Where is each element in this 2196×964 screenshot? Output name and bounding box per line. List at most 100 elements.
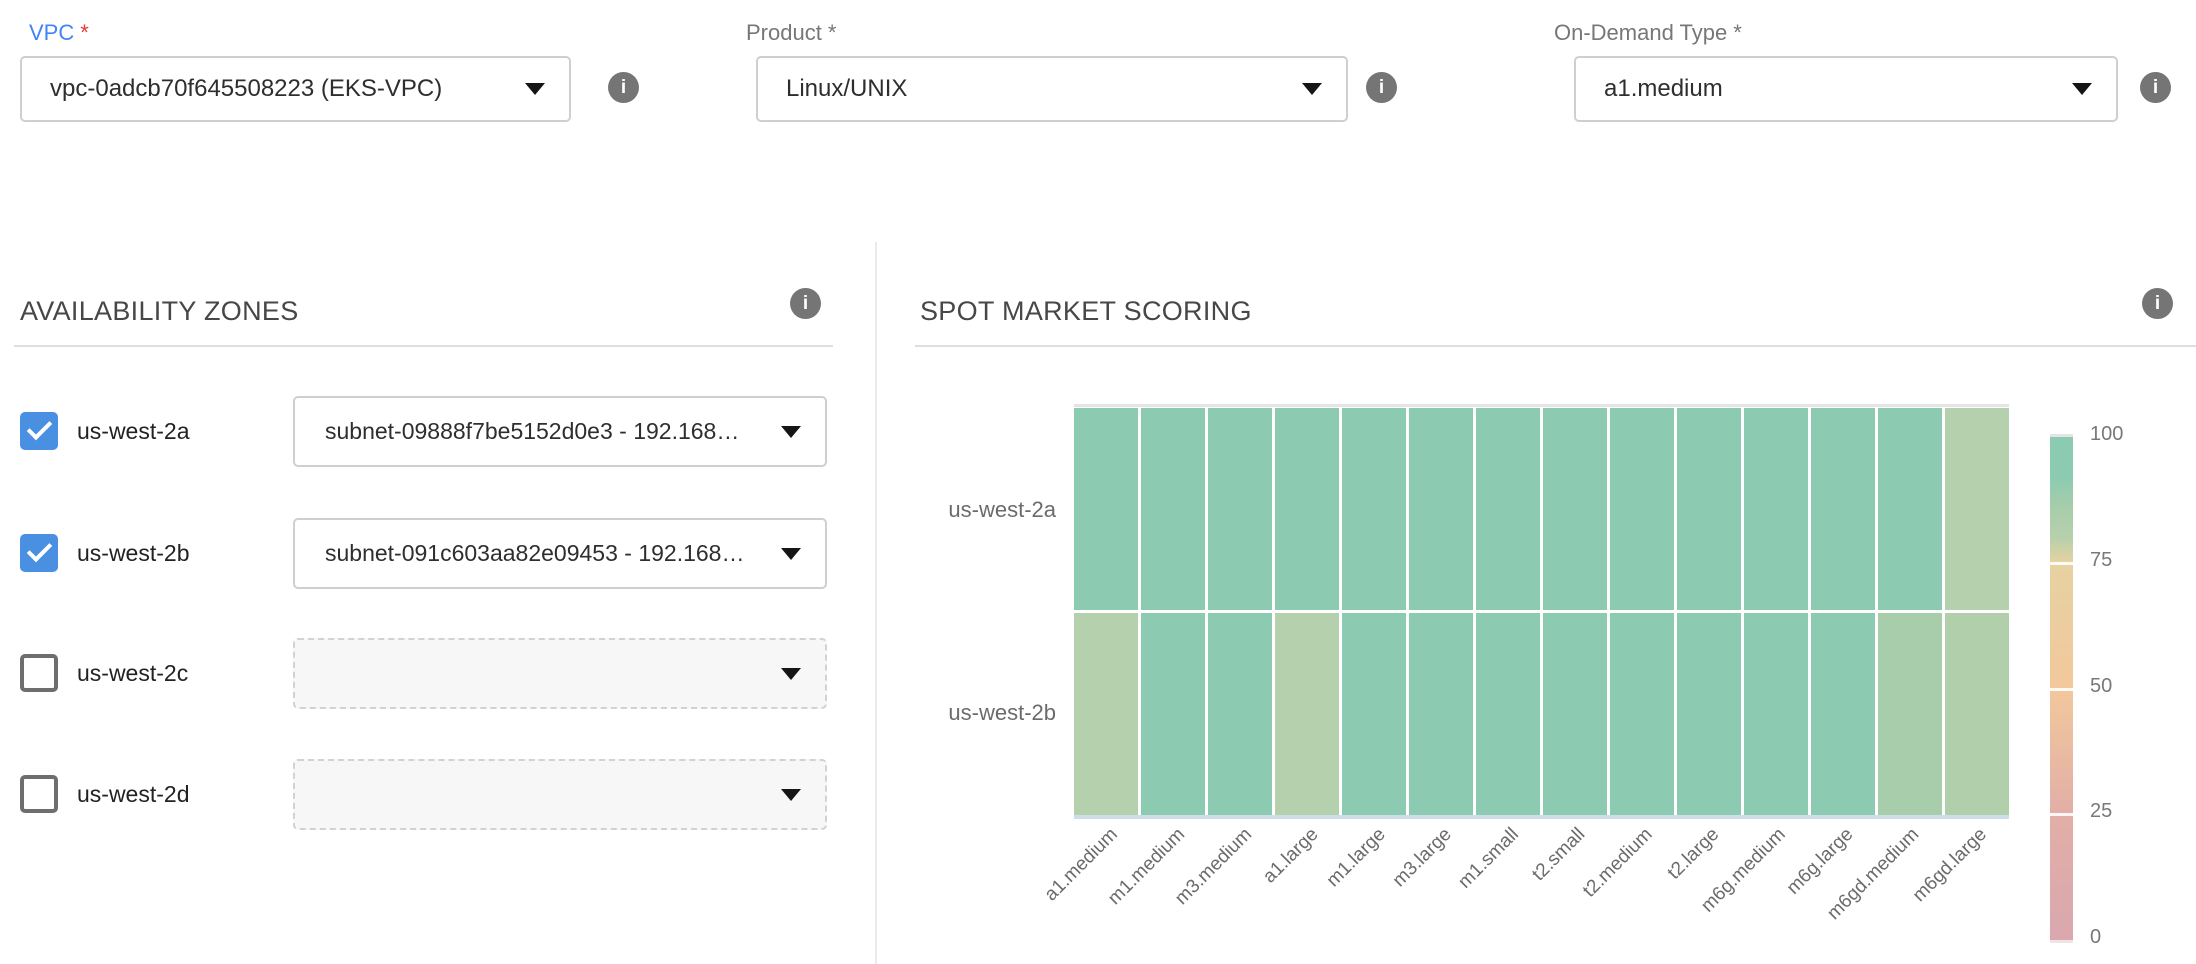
vpc-label: VPC* bbox=[29, 20, 89, 46]
heatmap-cell bbox=[1610, 613, 1674, 815]
az-zone-label: us-west-2c bbox=[77, 659, 188, 687]
heatmap-cell bbox=[1275, 408, 1339, 610]
chevron-down-icon bbox=[781, 789, 801, 801]
product-required-asterisk: * bbox=[828, 20, 837, 45]
chevron-down-icon bbox=[781, 668, 801, 680]
heatmap-cell bbox=[1208, 613, 1272, 815]
availability-zones-divider bbox=[14, 345, 833, 347]
vpc-select[interactable]: vpc-0adcb70f645508223 (EKS-VPC) bbox=[20, 56, 571, 122]
heatmap-cell bbox=[1141, 408, 1205, 610]
on-demand-type-select-value: a1.medium bbox=[1604, 75, 1723, 103]
on-demand-type-label: On-Demand Type* bbox=[1554, 20, 1742, 46]
heatmap-cell bbox=[1409, 613, 1473, 815]
legend-tick-label: 100 bbox=[2090, 423, 2123, 445]
x-axis-label: m3.large bbox=[1389, 824, 1457, 892]
on-demand-type-info-icon[interactable] bbox=[2140, 72, 2171, 103]
az-subnet-value: subnet-091c603aa82e09453 - 192.168… bbox=[325, 540, 744, 567]
heatmap-cell bbox=[1409, 408, 1473, 610]
x-axis-label: t2.small bbox=[1529, 824, 1591, 886]
az-checkbox-us-west-2d[interactable] bbox=[20, 775, 58, 813]
x-axis-label: m6gd.large bbox=[1908, 824, 1991, 907]
product-label-text: Product bbox=[746, 20, 822, 45]
legend-tick-line bbox=[2050, 562, 2073, 565]
az-checkbox-us-west-2c[interactable] bbox=[20, 654, 58, 692]
on-demand-type-select[interactable]: a1.medium bbox=[1574, 56, 2118, 122]
heatmap-cell bbox=[1945, 613, 2009, 815]
heatmap-cell bbox=[1476, 613, 1540, 815]
spot-market-scoring-info-icon[interactable] bbox=[2142, 288, 2173, 319]
chevron-down-icon bbox=[2072, 83, 2092, 95]
heatmap-cell bbox=[1610, 408, 1674, 610]
x-axis-label: m6gd.medium bbox=[1824, 824, 1925, 925]
legend-tick-label: 50 bbox=[2090, 675, 2112, 697]
az-subnet-select-us-west-2c[interactable] bbox=[293, 638, 827, 709]
legend-tick-label: 75 bbox=[2090, 549, 2112, 571]
x-axis-label: m1.large bbox=[1322, 824, 1390, 892]
panel-vertical-divider bbox=[875, 242, 877, 964]
x-axis-label: a1.medium bbox=[1041, 824, 1123, 906]
vpc-label-text: VPC bbox=[29, 20, 74, 45]
heatmap-cell bbox=[1342, 613, 1406, 815]
product-select-value: Linux/UNIX bbox=[786, 75, 907, 103]
heatmap-cell bbox=[1677, 613, 1741, 815]
on-demand-type-required-asterisk: * bbox=[1733, 20, 1742, 45]
heatmap-cell bbox=[1811, 613, 1875, 815]
heatmap-cell bbox=[1878, 613, 1942, 815]
legend-tick-line bbox=[2050, 688, 2073, 691]
legend-tick-line bbox=[2050, 813, 2073, 816]
heatmap-grid bbox=[1074, 408, 2009, 815]
product-label: Product* bbox=[746, 20, 836, 46]
legend-tick-label: 25 bbox=[2090, 800, 2112, 822]
heatmap-color-legend bbox=[2050, 434, 2073, 943]
vpc-info-icon[interactable] bbox=[608, 72, 639, 103]
legend-tick-label: 0 bbox=[2090, 926, 2101, 948]
az-subnet-value: subnet-09888f7be5152d0e3 - 192.168… bbox=[325, 418, 739, 445]
heatmap-cell bbox=[1744, 613, 1808, 815]
heatmap-cell bbox=[1543, 408, 1607, 610]
az-subnet-select-us-west-2b[interactable]: subnet-091c603aa82e09453 - 192.168… bbox=[293, 518, 827, 589]
az-zone-label: us-west-2d bbox=[77, 780, 189, 808]
x-axis-label: m1.small bbox=[1454, 824, 1523, 893]
heatmap-top-border bbox=[1074, 404, 2009, 407]
x-axis-label: m1.medium bbox=[1104, 824, 1190, 910]
heatmap-cell bbox=[1811, 408, 1875, 610]
az-subnet-select-us-west-2a[interactable]: subnet-09888f7be5152d0e3 - 192.168… bbox=[293, 396, 827, 467]
on-demand-type-label-text: On-Demand Type bbox=[1554, 20, 1727, 45]
product-info-icon[interactable] bbox=[1366, 72, 1397, 103]
heatmap-cell bbox=[1074, 408, 1138, 610]
vpc-required-asterisk: * bbox=[80, 20, 89, 45]
heatmap-cell bbox=[1744, 408, 1808, 610]
heatmap-cell bbox=[1141, 613, 1205, 815]
chevron-down-icon bbox=[1302, 83, 1322, 95]
heatmap-bottom-axis bbox=[1074, 815, 2009, 819]
heatmap-cell bbox=[1275, 613, 1339, 815]
heatmap-cell bbox=[1878, 408, 1942, 610]
availability-zones-info-icon[interactable] bbox=[790, 288, 821, 319]
x-axis-label: a1.large bbox=[1259, 824, 1323, 888]
az-checkbox-us-west-2a[interactable] bbox=[20, 412, 58, 450]
az-zone-label: us-west-2a bbox=[77, 417, 189, 445]
availability-zones-title: AVAILABILITY ZONES bbox=[20, 296, 299, 327]
x-axis-label: m3.medium bbox=[1171, 824, 1257, 910]
spot-market-scoring-divider bbox=[915, 345, 2196, 347]
heatmap-cell bbox=[1476, 408, 1540, 610]
chevron-down-icon bbox=[525, 83, 545, 95]
az-checkbox-us-west-2b[interactable] bbox=[20, 534, 58, 572]
az-zone-label: us-west-2b bbox=[77, 539, 189, 567]
x-axis-label: t2.large bbox=[1664, 824, 1724, 884]
heatmap-cell bbox=[1677, 408, 1741, 610]
chevron-down-icon bbox=[781, 426, 801, 438]
x-axis-label: t2.medium bbox=[1579, 824, 1657, 902]
az-subnet-select-us-west-2d[interactable] bbox=[293, 759, 827, 830]
heatmap-cell bbox=[1945, 408, 2009, 610]
x-axis-label: m6g.large bbox=[1782, 824, 1857, 899]
x-axis-label: m6g.medium bbox=[1698, 824, 1791, 917]
y-axis-label: us-west-2b bbox=[816, 700, 1056, 726]
vpc-select-value: vpc-0adcb70f645508223 (EKS-VPC) bbox=[50, 75, 442, 103]
y-axis-label: us-west-2a bbox=[816, 497, 1056, 523]
heatmap-cell bbox=[1543, 613, 1607, 815]
heatmap-cell bbox=[1342, 408, 1406, 610]
heatmap-cell bbox=[1208, 408, 1272, 610]
heatmap-cell bbox=[1074, 613, 1138, 815]
product-select[interactable]: Linux/UNIX bbox=[756, 56, 1348, 122]
